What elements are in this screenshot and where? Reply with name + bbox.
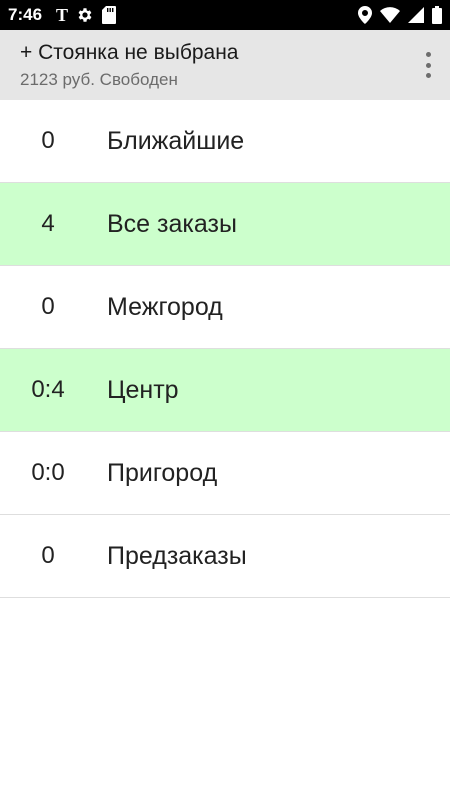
- item-label: Межгород: [107, 292, 223, 321]
- item-label: Пригород: [107, 458, 218, 487]
- item-label: Центр: [107, 375, 179, 404]
- item-label: Ближайшие: [107, 126, 245, 155]
- item-label: Все заказы: [107, 209, 237, 238]
- item-count: 0: [41, 127, 55, 154]
- item-count: 0:4: [31, 376, 65, 403]
- menu-dot-icon: [425, 62, 431, 68]
- list-item-all-orders[interactable]: 4 Все заказы: [0, 183, 450, 266]
- list-item-suburb[interactable]: 0:0 Пригород: [0, 432, 450, 515]
- status-bar: 7:46 T: [0, 0, 450, 30]
- item-count: 0: [41, 293, 55, 320]
- status-time: 7:46: [8, 5, 43, 24]
- list-item-nearest[interactable]: 0 Ближайшие: [0, 100, 450, 183]
- t-icon: T: [56, 4, 69, 25]
- balance-status: 2123 руб. Свободен: [20, 70, 178, 89]
- list-item-intercity[interactable]: 0 Межгород: [0, 266, 450, 349]
- sd-card-icon: [102, 6, 117, 24]
- list-item-center[interactable]: 0:4 Центр: [0, 349, 450, 432]
- parking-title[interactable]: + Стоянка не выбрана: [20, 40, 430, 66]
- overflow-menu-button[interactable]: [420, 52, 436, 78]
- item-count: 0: [41, 542, 55, 569]
- signal-icon: [408, 7, 424, 23]
- gear-icon: [76, 6, 94, 24]
- location-icon: [358, 6, 372, 24]
- battery-icon: [432, 6, 442, 24]
- order-category-list: 0 Ближайшие 4 Все заказы 0 Межгород 0:4 …: [0, 100, 450, 598]
- list-item-preorders[interactable]: 0 Предзаказы: [0, 515, 450, 598]
- item-label: Предзаказы: [107, 541, 247, 570]
- item-count: 0:0: [31, 459, 65, 486]
- item-count: 4: [41, 210, 55, 237]
- menu-dot-icon: [425, 73, 431, 78]
- app-bar: + Стоянка не выбрана 2123 руб. Свободен: [0, 30, 450, 100]
- menu-dot-icon: [425, 52, 431, 57]
- wifi-icon: [380, 7, 400, 23]
